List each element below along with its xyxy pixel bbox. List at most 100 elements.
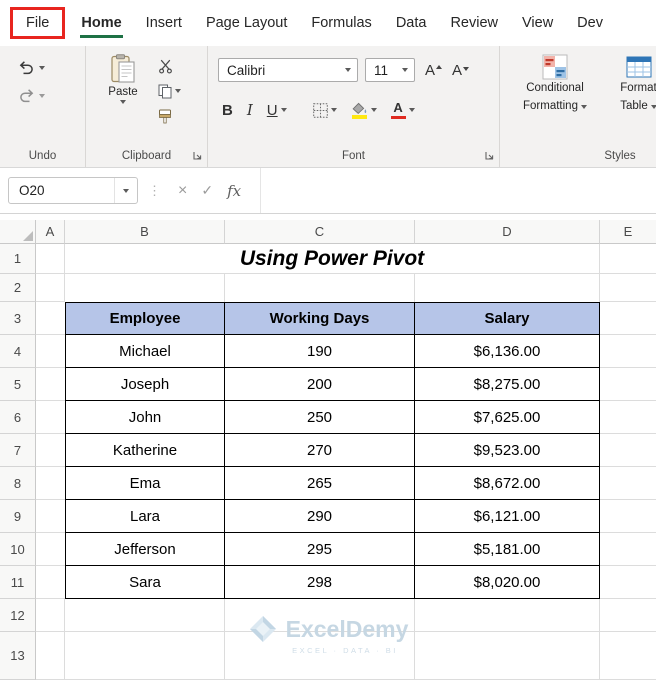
cell[interactable] — [65, 274, 225, 302]
column-header-B[interactable]: B — [65, 220, 225, 244]
cell[interactable] — [600, 467, 656, 500]
table-cell-employee[interactable]: Joseph — [65, 368, 225, 401]
table-cell-salary[interactable]: $5,181.00 — [415, 533, 600, 566]
table-cell-salary[interactable]: $7,625.00 — [415, 401, 600, 434]
table-cell-employee[interactable]: Lara — [65, 500, 225, 533]
table-cell-salary[interactable]: $6,121.00 — [415, 500, 600, 533]
cell[interactable] — [415, 599, 600, 632]
formula-bar-grip[interactable]: ⋮ — [148, 183, 161, 199]
table-cell-salary[interactable]: $9,523.00 — [415, 434, 600, 467]
cell[interactable] — [36, 467, 65, 500]
tab-home[interactable]: Home — [69, 5, 133, 41]
cell[interactable] — [36, 274, 65, 302]
font-color-button[interactable]: A — [390, 101, 415, 119]
table-cell-working-days[interactable]: 190 — [225, 335, 415, 368]
table-cell-employee[interactable]: Michael — [65, 335, 225, 368]
table-cell-salary[interactable]: $8,020.00 — [415, 566, 600, 599]
cell[interactable] — [36, 632, 65, 680]
cell[interactable] — [415, 274, 600, 302]
tab-review[interactable]: Review — [438, 5, 510, 41]
copy-button[interactable] — [158, 83, 181, 99]
column-header-E[interactable]: E — [600, 220, 656, 244]
row-header-10[interactable]: 10 — [0, 533, 36, 566]
cell[interactable] — [36, 368, 65, 401]
grow-font-button[interactable]: A — [425, 62, 443, 79]
table-cell-salary[interactable]: $8,672.00 — [415, 467, 600, 500]
row-header-5[interactable]: 5 — [0, 368, 36, 401]
enter-icon[interactable]: ✓ — [201, 182, 213, 199]
cell[interactable] — [415, 632, 600, 680]
table-cell-employee[interactable]: John — [65, 401, 225, 434]
tab-insert[interactable]: Insert — [134, 5, 194, 41]
cell[interactable] — [36, 599, 65, 632]
cell[interactable] — [225, 274, 415, 302]
row-header-3[interactable]: 3 — [0, 302, 36, 335]
insert-function-icon[interactable]: fx — [227, 182, 241, 200]
cell[interactable] — [36, 533, 65, 566]
table-cell-employee[interactable]: Katherine — [65, 434, 225, 467]
italic-button[interactable]: I — [247, 101, 253, 119]
sheet-title-cell[interactable]: Using Power Pivot — [65, 244, 600, 274]
cell[interactable] — [600, 533, 656, 566]
select-all-button[interactable] — [0, 220, 36, 244]
underline-button[interactable]: U — [267, 102, 287, 119]
table-cell-salary[interactable]: $8,275.00 — [415, 368, 600, 401]
shrink-font-button[interactable]: A — [452, 62, 470, 79]
row-header-2[interactable]: 2 — [0, 274, 36, 302]
table-cell-employee[interactable]: Jefferson — [65, 533, 225, 566]
table-cell-working-days[interactable]: 250 — [225, 401, 415, 434]
tab-view[interactable]: View — [510, 5, 565, 41]
table-cell-employee[interactable]: Sara — [65, 566, 225, 599]
table-header-employee[interactable]: Employee — [65, 302, 225, 335]
row-header-11[interactable]: 11 — [0, 566, 36, 599]
row-header-13[interactable]: 13 — [0, 632, 36, 680]
undo-button[interactable] — [18, 60, 45, 75]
table-cell-working-days[interactable]: 290 — [225, 500, 415, 533]
cell[interactable] — [600, 302, 656, 335]
cell[interactable] — [36, 500, 65, 533]
row-header-6[interactable]: 6 — [0, 401, 36, 434]
format-as-table-button[interactable]: Format Table — [596, 54, 656, 116]
tab-data[interactable]: Data — [384, 5, 439, 41]
redo-button[interactable] — [18, 88, 45, 103]
row-header-1[interactable]: 1 — [0, 244, 36, 274]
tab-developer[interactable]: Dev — [565, 5, 615, 41]
row-header-9[interactable]: 9 — [0, 500, 36, 533]
cell[interactable] — [600, 500, 656, 533]
cell[interactable] — [600, 401, 656, 434]
cell[interactable] — [600, 274, 656, 302]
name-box[interactable]: O20 — [8, 177, 138, 204]
cell[interactable] — [600, 632, 656, 680]
fill-color-button[interactable] — [351, 102, 377, 119]
cell[interactable] — [36, 566, 65, 599]
table-cell-working-days[interactable]: 270 — [225, 434, 415, 467]
cell[interactable] — [225, 599, 415, 632]
column-header-D[interactable]: D — [415, 220, 600, 244]
conditional-formatting-button[interactable]: Conditional Formatting — [505, 54, 605, 116]
tab-page-layout[interactable]: Page Layout — [194, 5, 299, 41]
borders-button[interactable] — [312, 102, 337, 118]
tab-file[interactable]: File — [10, 7, 66, 39]
cell[interactable] — [600, 566, 656, 599]
cell[interactable] — [600, 599, 656, 632]
cell[interactable] — [65, 632, 225, 680]
cell[interactable] — [65, 599, 225, 632]
cell[interactable] — [36, 244, 65, 274]
cell[interactable] — [36, 401, 65, 434]
cell[interactable] — [600, 335, 656, 368]
cell[interactable] — [600, 244, 656, 274]
row-header-7[interactable]: 7 — [0, 434, 36, 467]
table-cell-working-days[interactable]: 265 — [225, 467, 415, 500]
cell[interactable] — [600, 368, 656, 401]
paste-button[interactable]: Paste — [98, 54, 148, 104]
table-header-working-days[interactable]: Working Days — [225, 302, 415, 335]
cell[interactable] — [600, 434, 656, 467]
cell[interactable] — [36, 335, 65, 368]
table-header-salary[interactable]: Salary — [415, 302, 600, 335]
bold-button[interactable]: B — [222, 102, 233, 119]
row-header-4[interactable]: 4 — [0, 335, 36, 368]
clipboard-dialog-launcher[interactable] — [192, 150, 203, 161]
cut-button[interactable] — [158, 58, 181, 74]
font-name-combobox[interactable]: Calibri — [218, 58, 358, 82]
cell[interactable] — [225, 632, 415, 680]
